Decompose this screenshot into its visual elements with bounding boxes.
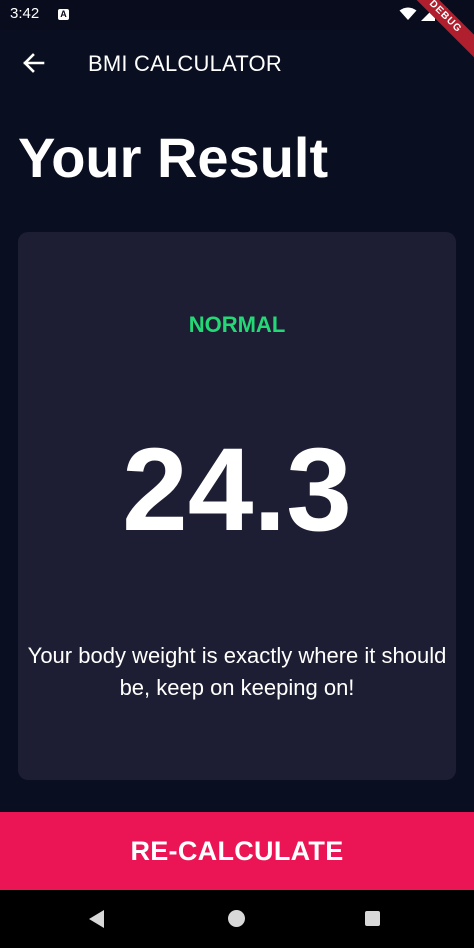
- status-time: 3:42: [10, 5, 40, 22]
- bmi-value: 24.3: [122, 424, 352, 556]
- bmi-status-label: NORMAL: [188, 312, 286, 337]
- wifi-icon: [399, 7, 417, 20]
- page-title: Your Result: [18, 126, 329, 189]
- nav-home-icon[interactable]: [228, 910, 245, 927]
- result-card: NORMAL 24.3 Your body weight is exactly …: [18, 232, 456, 780]
- status-bar: 3:42 A DEBUG: [0, 0, 474, 62]
- recalculate-label: RE-CALCULATE: [130, 835, 344, 866]
- app-title: BMI CALCULATOR: [88, 51, 282, 76]
- system-nav-bar: [0, 890, 474, 948]
- arrow-left-icon: [23, 53, 45, 73]
- notification-a-icon: A: [58, 9, 69, 20]
- recalculate-button[interactable]: RE-CALCULATE: [0, 812, 474, 890]
- app-bar: BMI CALCULATOR: [0, 30, 474, 96]
- nav-recents-icon[interactable]: [365, 911, 380, 926]
- back-button[interactable]: [18, 47, 50, 79]
- nav-back-icon[interactable]: [88, 910, 106, 928]
- bmi-interpretation: Your body weight is exactly where it sho…: [27, 643, 447, 700]
